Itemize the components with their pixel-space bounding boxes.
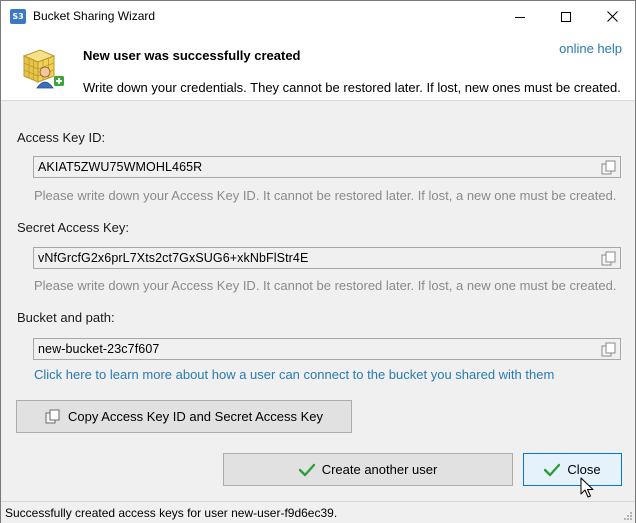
header-title: New user was successfully created — [83, 48, 301, 63]
secret-key-value[interactable]: vNfGrcfG2x6prL7Xts2ct7GxSUG6+xkNbFlStr4E — [38, 251, 308, 265]
wizard-header: New user was successfully created Write … — [1, 32, 635, 100]
maximize-button[interactable] — [543, 1, 589, 32]
copy-icon[interactable] — [601, 160, 617, 175]
title-bar[interactable]: S3 Bucket Sharing Wizard — [1, 1, 635, 32]
access-key-hint: Please write down your Access Key ID. It… — [34, 188, 617, 203]
maximize-icon — [561, 11, 571, 22]
minimize-icon — [515, 16, 525, 18]
resize-grip-icon[interactable] — [623, 511, 633, 521]
bucket-path-field[interactable]: new-bucket-23c7f607 — [33, 338, 621, 360]
check-icon — [544, 463, 561, 477]
close-window-button[interactable] — [589, 1, 635, 32]
header-divider — [1, 100, 635, 101]
status-bar: Successfully created access keys for use… — [1, 501, 635, 523]
mouse-cursor-icon — [580, 477, 594, 498]
user-grid-add-icon — [22, 49, 64, 89]
online-help-link[interactable]: online help — [559, 41, 622, 56]
header-subtitle: Write down your credentials. They cannot… — [83, 80, 621, 95]
minimize-button[interactable] — [497, 1, 543, 32]
learn-more-link[interactable]: Click here to learn more about how a use… — [34, 367, 554, 382]
close-button[interactable]: Close — [523, 453, 622, 486]
bucket-label: Bucket and path: — [17, 310, 115, 325]
access-key-value[interactable]: AKIAT5ZWU75WMOHL465R — [38, 160, 202, 174]
secret-key-hint: Please write down your Access Key ID. It… — [34, 278, 617, 293]
create-another-user-label: Create another user — [321, 462, 438, 477]
copy-icon[interactable] — [601, 342, 617, 357]
access-key-field[interactable]: AKIAT5ZWU75WMOHL465R — [33, 156, 621, 178]
check-icon — [298, 463, 315, 477]
copy-icon — [45, 409, 61, 424]
access-key-label: Access Key ID: — [17, 130, 106, 145]
s3-app-icon: S3 — [10, 9, 26, 24]
wizard-window: S3 Bucket Sharing Wizard New user was su… — [0, 0, 636, 523]
copy-icon[interactable] — [601, 251, 617, 266]
copy-credentials-label: Copy Access Key ID and Secret Access Key — [67, 409, 324, 424]
secret-key-label: Secret Access Key: — [17, 220, 129, 235]
status-text: Successfully created access keys for use… — [5, 506, 338, 520]
window-title: Bucket Sharing Wizard — [33, 9, 156, 23]
close-icon — [606, 11, 618, 22]
create-another-user-button[interactable]: Create another user — [223, 453, 513, 486]
secret-key-field[interactable]: vNfGrcfG2x6prL7Xts2ct7GxSUG6+xkNbFlStr4E — [33, 247, 621, 269]
copy-credentials-button[interactable]: Copy Access Key ID and Secret Access Key — [16, 400, 352, 433]
close-button-label: Close — [567, 462, 601, 477]
bucket-path-value[interactable]: new-bucket-23c7f607 — [38, 342, 159, 356]
